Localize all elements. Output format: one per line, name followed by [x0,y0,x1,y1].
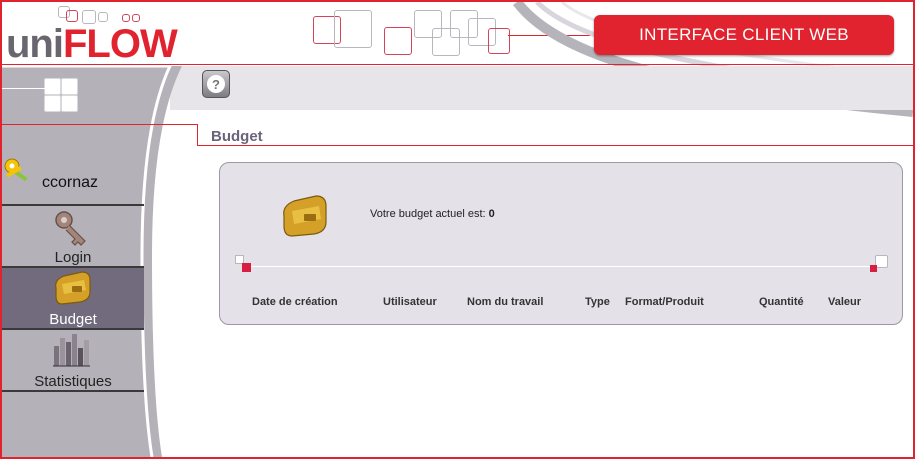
key-icon [55,211,86,246]
budget-value: 0 [488,208,495,220]
column-format[interactable]: Format/Produit [625,296,704,308]
divider-marker [242,263,251,272]
section-rule [197,145,913,146]
current-user: ccornaz [2,154,147,196]
nav-label: Statistiques [34,373,112,390]
wallet-icon [55,271,91,305]
section-rule [197,124,198,146]
column-type[interactable]: Type [585,296,610,308]
username: ccornaz [42,174,99,191]
nav-label: Budget [49,311,97,328]
column-user[interactable]: Utilisateur [383,296,437,308]
client-interface-banner: INTERFACE CLIENT WEB [594,15,894,55]
page-title: Budget [211,128,263,145]
wallet-icon [283,195,327,237]
column-job-name[interactable]: Nom du travail [467,296,543,308]
budget-label: Votre budget actuel est: [370,208,486,220]
nav-item-statistics[interactable]: Statistiques [2,330,144,390]
nav-label: Login [54,249,92,266]
nav-item-budget[interactable]: Budget [2,268,144,328]
toolbar [170,66,913,110]
column-value[interactable]: Valeur [828,296,861,308]
section-rule [2,124,197,125]
header-divider [2,64,913,65]
panel-divider [242,266,882,267]
bar-chart-icon [53,334,90,367]
divider-marker [870,265,877,272]
column-quantity[interactable]: Quantité [759,296,804,308]
budget-summary: Votre budget actuel est: 0 [370,208,495,220]
sidebar-line [2,88,46,89]
keys-icon [4,158,28,182]
column-date[interactable]: Date de création [252,296,338,308]
browser-frame: uniFLOW INTERFACE CLIENT WEB ? ccornaz L… [0,0,915,459]
nav-separator [2,390,144,392]
app-grid-icon [44,78,78,112]
nav-item-login[interactable]: Login [2,206,144,266]
header: uniFLOW INTERFACE CLIENT WEB [2,2,913,117]
help-button[interactable]: ? [202,70,230,98]
help-icon: ? [207,75,225,93]
